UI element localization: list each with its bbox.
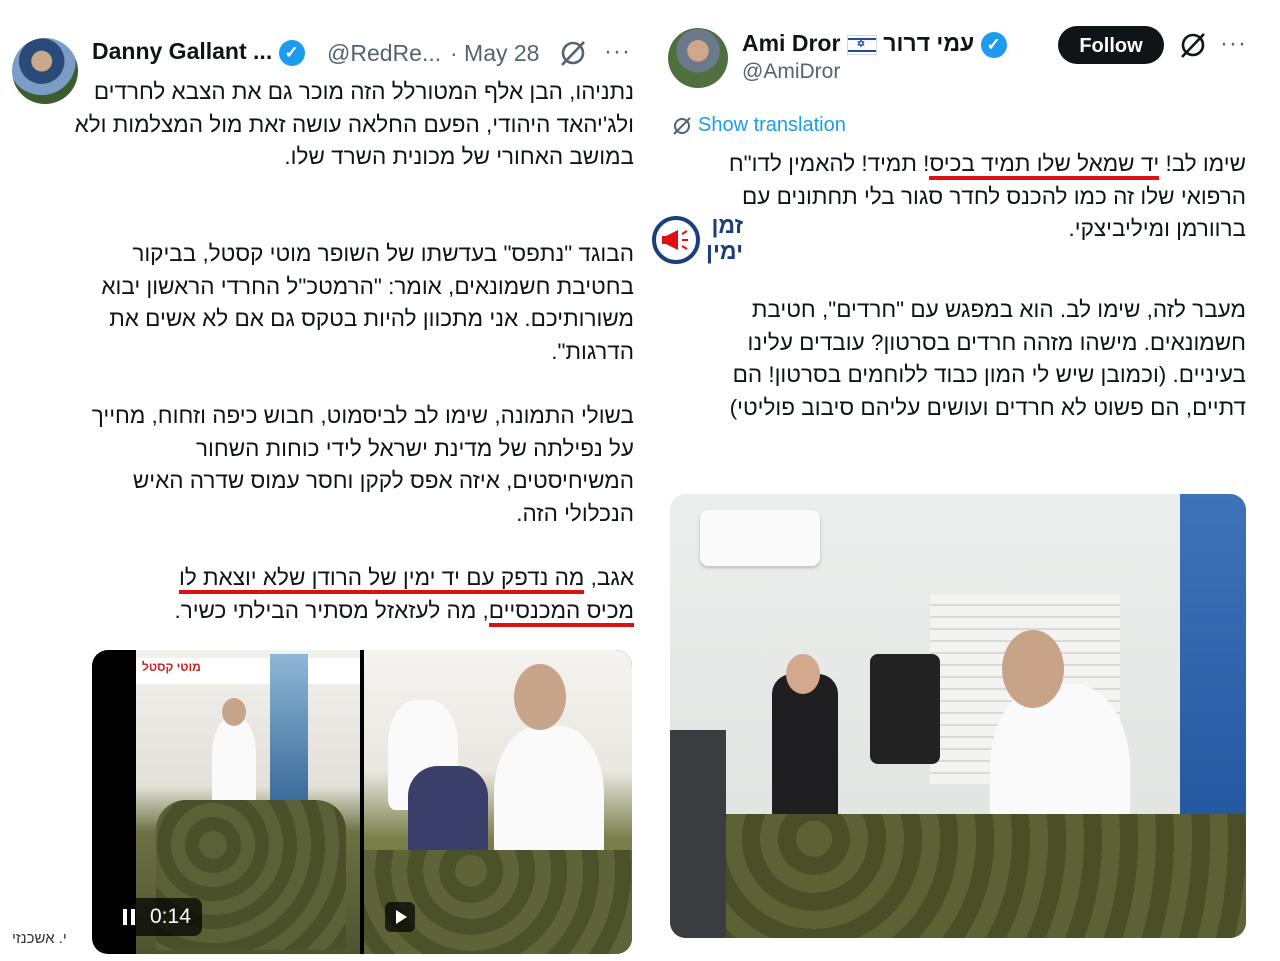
grok-small-icon (673, 117, 691, 135)
guard-figure (772, 674, 838, 834)
more-icon[interactable]: ··· (604, 38, 631, 66)
air-conditioner (700, 510, 820, 566)
author-name[interactable]: Danny Gallant ... ✓ (92, 38, 305, 66)
zman-yamin-logo: זמן ימין (652, 210, 762, 272)
person-head (222, 698, 246, 726)
author-name-hebrew[interactable]: עמי דרור (883, 30, 974, 56)
speaker-head (1002, 630, 1064, 708)
tweet-date[interactable]: · May 28 (450, 40, 539, 67)
author-handle[interactable]: @AmiDror (742, 60, 840, 84)
author-name-text[interactable]: Ami Dror (742, 30, 840, 56)
guard-head (786, 654, 820, 694)
author-name[interactable]: Ami Dror ✡ עמי דרור ✓ (742, 30, 1007, 58)
tweet-paragraph-4: אגב, מה נדפק עם יד ימין של הרודן שלא יוצ… (72, 562, 634, 627)
show-translation-text[interactable]: Show translation (698, 114, 846, 136)
loudspeaker (870, 654, 940, 764)
avatar[interactable] (12, 38, 78, 104)
underlined-phrase-2: מכיס המכנסיים (488, 597, 634, 627)
follow-button[interactable]: Follow (1058, 26, 1164, 64)
poster-image (270, 654, 308, 804)
avatar[interactable] (668, 28, 728, 88)
video-time: 0:14 (150, 905, 191, 928)
author-name-text[interactable]: Danny Gallant ... (92, 38, 272, 64)
foreground-person (670, 730, 726, 938)
video-watermark: מוטי קסטל (142, 660, 201, 674)
paragraph-4-suffix: , מה לעזאזל מסתיר הבילתי כשיר. (174, 597, 489, 623)
verified-badge-icon: ✓ (278, 39, 305, 66)
paragraph-1-prefix: שימו לב! (1159, 151, 1246, 176)
logo-text: זמן ימין (706, 212, 743, 264)
underlined-phrase: מה נדפק עם יד ימין של הרודן שלא יוצאת לו (179, 565, 585, 594)
grok-icon[interactable] (558, 38, 588, 68)
left-tweet: Danny Gallant ... ✓ @RedRe... · May 28 ·… (0, 0, 650, 961)
pause-icon[interactable] (122, 908, 136, 926)
show-translation-link[interactable]: Show translation (672, 114, 846, 137)
tweet-paragraph-2: הבוגד "נתפס" בעדשתו של השופר מוטי קסטל, … (101, 241, 634, 364)
right-tweet: Ami Dror ✡ עמי דרור ✓ @AmiDror Follow ··… (650, 0, 1280, 961)
verified-badge-icon: ✓ (980, 31, 1007, 58)
person-head (514, 664, 566, 730)
grok-icon[interactable] (1178, 30, 1208, 60)
tweet-paragraph-1: נתניהו, הבן אלף המטורלל הזה מוכר גם את ה… (74, 79, 634, 169)
play-icon[interactable] (385, 902, 415, 932)
tweet-media[interactable] (670, 494, 1246, 938)
megaphone-clock-icon (652, 216, 700, 264)
logo-line-1: זמן (711, 212, 744, 238)
logo-line-2: ימין (706, 238, 744, 264)
tweet-paragraph-3: בשולי התמונה, שימו לב לביסמוט, חבוש כיפה… (91, 403, 634, 526)
soldiers-crowd (670, 814, 1246, 938)
israel-flag-icon: ✡ (846, 34, 877, 55)
photo-credit: י. אשכנזי (12, 930, 67, 947)
tweet-paragraph-2: מעבר לזה, שימו לב. הוא במפגש עם "חרדים",… (729, 297, 1246, 420)
underlined-phrase: יד שמאל שלו תמיד בכיס (929, 151, 1160, 180)
author-handle[interactable]: @RedRe... (327, 40, 441, 67)
person-figure (212, 718, 256, 808)
more-icon[interactable]: ··· (1220, 30, 1247, 58)
paragraph-4-prefix: אגב, (584, 565, 634, 590)
